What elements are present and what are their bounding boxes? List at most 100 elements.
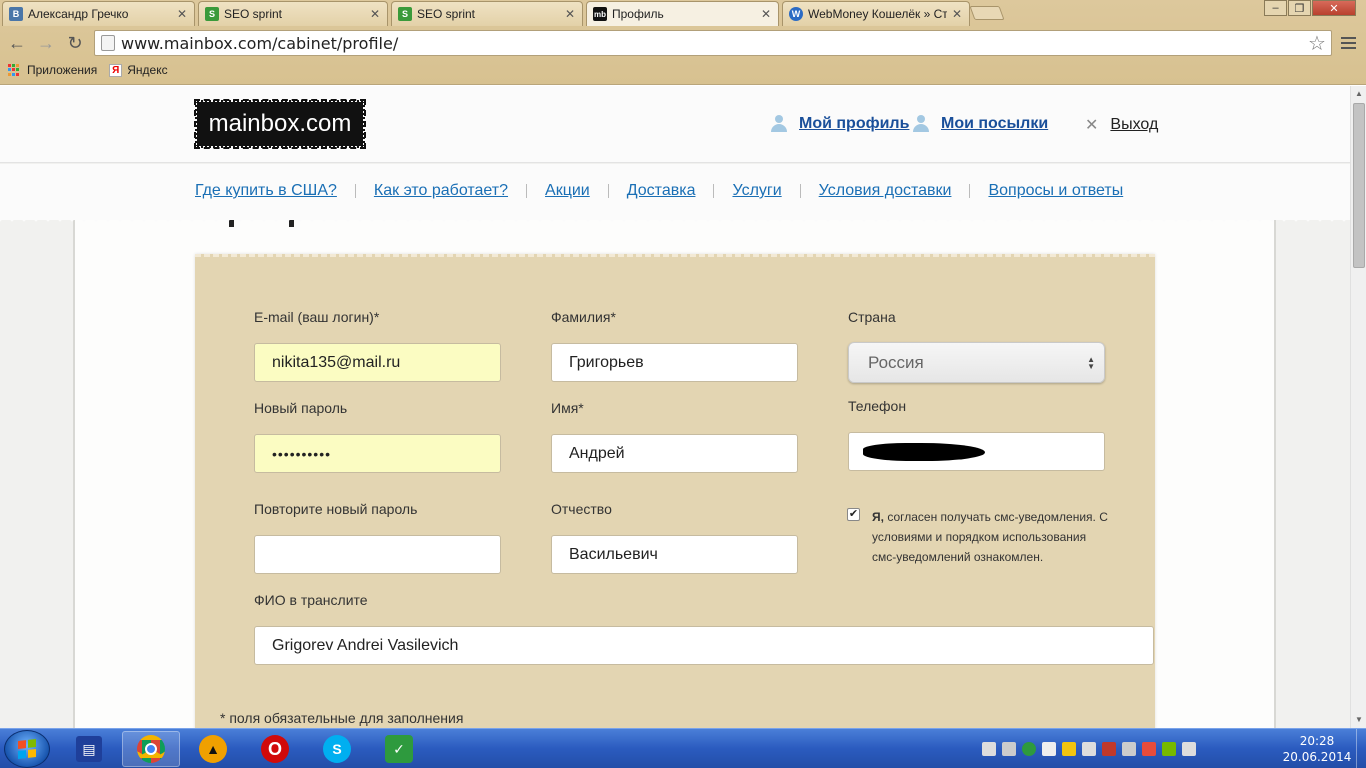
yandex-icon: Я	[109, 63, 123, 77]
close-icon[interactable]: ✕	[564, 7, 576, 21]
nvidia-icon[interactable]	[1162, 742, 1176, 756]
taskbar-app-avast[interactable]: ▲	[184, 731, 242, 767]
address-url: www.mainbox.com/cabinet/profile/	[121, 33, 399, 53]
my-profile-link[interactable]: Мой профиль	[770, 115, 909, 133]
translit-label: ФИО в транслите	[254, 592, 368, 608]
nav-how-it-works[interactable]: Как это работает?	[374, 182, 508, 200]
close-icon[interactable]: ✕	[951, 7, 963, 21]
my-parcels-link[interactable]: Мои посылки	[912, 115, 1048, 133]
language-flag-icon[interactable]	[1102, 742, 1116, 756]
windows-logo-icon	[18, 739, 36, 759]
new-tab-button[interactable]	[969, 6, 1005, 20]
close-icon[interactable]: ✕	[760, 7, 772, 21]
phone-field[interactable]	[848, 432, 1105, 471]
seosprint-icon: S	[398, 7, 412, 21]
skype-icon: S	[323, 735, 351, 763]
nav-promotions[interactable]: Акции	[545, 182, 590, 200]
last-name-field[interactable]: Григорьев	[551, 343, 798, 382]
taskbar-app-save[interactable]: ▤	[60, 731, 118, 767]
user-icon	[912, 115, 930, 133]
utorrent-icon[interactable]	[1022, 742, 1036, 756]
sms-consent-text: Я, согласен получать смс-уведомления. С …	[872, 507, 1112, 567]
country-selected-value: Россия	[868, 352, 924, 372]
my-parcels-label[interactable]: Мои посылки	[941, 115, 1048, 133]
main-navigation: Где купить в США? Как это работает? Акци…	[0, 164, 1350, 220]
scrollbar-thumb[interactable]	[1353, 103, 1365, 268]
minimize-button[interactable]: –	[1264, 0, 1287, 16]
bookmark-yandex[interactable]: Я Яндекс	[109, 63, 168, 77]
tab-title: SEO sprint	[417, 7, 476, 21]
close-window-button[interactable]: ✕	[1312, 0, 1356, 16]
tab-seosprint-2[interactable]: S SEO sprint ✕	[391, 1, 583, 26]
taskbar-app-adguard[interactable]: ✓	[370, 731, 428, 767]
patronymic-field[interactable]: Васильевич	[551, 535, 798, 574]
patronymic-label: Отчество	[551, 501, 612, 517]
apps-grid-icon	[8, 63, 21, 77]
first-name-label: Имя*	[551, 400, 584, 416]
vk-icon: В	[9, 7, 23, 21]
tab-seosprint-1[interactable]: S SEO sprint ✕	[198, 1, 388, 26]
signal-icon[interactable]	[982, 742, 996, 756]
page-scrollbar[interactable]: ▲ ▼	[1350, 86, 1366, 728]
forward-arrow-icon[interactable]: →	[35, 32, 57, 54]
nav-delivery-terms[interactable]: Условия доставки	[819, 182, 952, 200]
taskbar-app-opera[interactable]: O	[246, 731, 304, 767]
first-name-field[interactable]: Андрей	[551, 434, 798, 473]
tab-vk[interactable]: В Александр Гречко ✕	[2, 1, 195, 26]
logout-label[interactable]: Выход	[1110, 116, 1158, 134]
logout-link[interactable]: ✕ Выход	[1085, 115, 1158, 135]
close-icon[interactable]: ✕	[369, 7, 381, 21]
back-arrow-icon[interactable]: ←	[6, 32, 28, 54]
header-zigzag-edge	[0, 216, 1350, 228]
address-bar[interactable]: www.mainbox.com/cabinet/profile/ ☆	[94, 30, 1332, 56]
warning-icon[interactable]	[1062, 742, 1076, 756]
maximize-button[interactable]: ❐	[1288, 0, 1311, 16]
country-select[interactable]: Россия ▲ ▼	[848, 342, 1105, 383]
bookmark-apps[interactable]: Приложения	[8, 63, 97, 77]
new-password-field[interactable]: ••••••••••	[254, 434, 501, 473]
required-fields-note: * поля обязательные для заполнения	[220, 710, 464, 726]
last-name-label: Фамилия*	[551, 309, 616, 325]
show-desktop-button[interactable]	[1356, 729, 1366, 768]
nav-faq[interactable]: Вопросы и ответы	[988, 182, 1123, 200]
page-viewport: mainbox.com Мой профиль Мои посылки ✕ Вы…	[0, 86, 1350, 728]
nav-delivery[interactable]: Доставка	[627, 182, 696, 200]
tab-title: WebMoney Кошелёк » Ст	[808, 7, 947, 21]
speaker-icon[interactable]	[1002, 742, 1016, 756]
sms-consent-checkbox[interactable]: ✔	[847, 508, 860, 521]
phone-label: Телефон	[848, 398, 907, 414]
taskbar-app-chrome[interactable]	[122, 731, 180, 767]
bookmark-label: Яндекс	[127, 63, 168, 77]
my-profile-label[interactable]: Мой профиль	[799, 115, 909, 133]
system-tray	[982, 739, 1196, 759]
translit-name-field[interactable]: Grigorev Andrei Vasilevich	[254, 626, 1154, 665]
clock-date: 20.06.2014	[1282, 750, 1352, 764]
nav-divider	[607, 184, 609, 198]
clipboard-icon[interactable]	[1082, 742, 1096, 756]
network-icon[interactable]	[1182, 742, 1196, 756]
close-icon[interactable]: ✕	[176, 7, 188, 21]
device-icon[interactable]	[1042, 742, 1056, 756]
avast-icon: ▲	[199, 735, 227, 763]
scroll-up-arrow-icon[interactable]: ▲	[1351, 86, 1366, 102]
menu-icon[interactable]	[1336, 30, 1360, 56]
start-button[interactable]	[4, 730, 50, 768]
star-icon[interactable]: ☆	[1303, 31, 1331, 56]
bookmark-label: Приложения	[27, 63, 98, 77]
scroll-down-arrow-icon[interactable]: ▼	[1351, 712, 1366, 728]
nav-where-to-buy[interactable]: Где купить в США?	[195, 182, 337, 200]
reload-icon[interactable]: ↻	[64, 32, 86, 54]
bookmarks-bar: Приложения Я Яндекс	[0, 58, 1366, 82]
nav-services[interactable]: Услуги	[732, 182, 781, 200]
repeat-password-label: Повторите новый пароль	[254, 501, 418, 517]
tab-webmoney[interactable]: W WebMoney Кошелёк » Ст ✕	[782, 1, 970, 26]
taskbar-app-skype[interactable]: S	[308, 731, 366, 767]
repeat-password-field[interactable]	[254, 535, 501, 574]
system-clock[interactable]: 20:28 20.06.2014	[1282, 733, 1352, 765]
tab-profile[interactable]: mb Профиль ✕	[586, 1, 779, 26]
page-icon	[101, 35, 115, 51]
email-field[interactable]: nikita135@mail.ru	[254, 343, 501, 382]
site-logo[interactable]: mainbox.com	[194, 99, 366, 149]
network-error-icon[interactable]	[1142, 742, 1156, 756]
volume-icon[interactable]	[1122, 742, 1136, 756]
